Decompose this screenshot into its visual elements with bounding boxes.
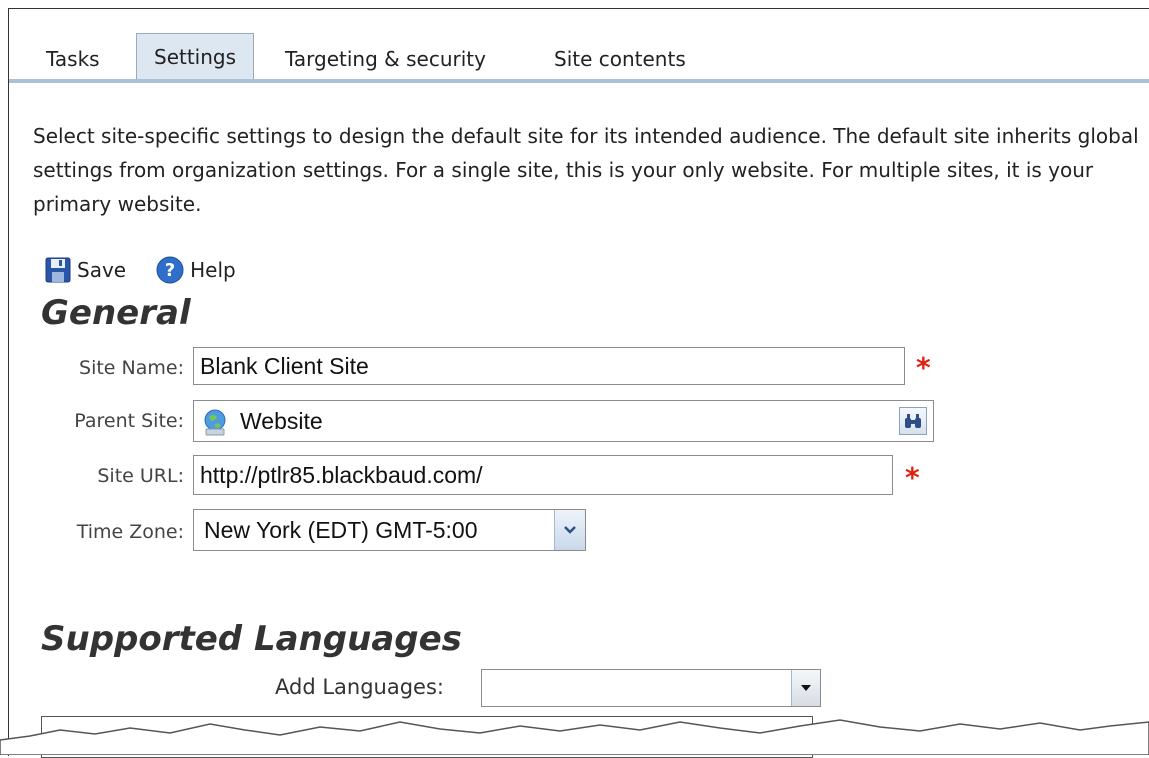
time-zone-value: New York (EDT) GMT-5:00 <box>204 517 478 543</box>
page-description: Select site-specific settings to design … <box>33 124 1139 216</box>
save-button[interactable]: Save <box>45 257 126 283</box>
site-name-label: Site Name: <box>79 357 184 379</box>
save-label: Save <box>77 258 127 282</box>
site-url-label: Site URL: <box>97 465 184 487</box>
tab-divider <box>9 79 1149 83</box>
tab-settings[interactable]: Settings <box>136 33 255 80</box>
caret-down-icon <box>801 685 811 691</box>
toolbar: Save ? Help <box>45 254 266 286</box>
time-zone-select[interactable]: New York (EDT) GMT-5:00 <box>193 509 586 551</box>
tab-tasks[interactable]: Tasks <box>29 39 117 79</box>
save-icon <box>45 257 71 283</box>
site-url-row: Site URL: <box>9 455 184 495</box>
tab-bar: Tasks Settings Targeting & security Site… <box>9 31 1149 81</box>
time-zone-dropdown-button[interactable] <box>554 510 585 550</box>
site-url-required-marker: * <box>905 461 920 494</box>
site-url-input[interactable]: http://ptlr85.blackbaud.com/ <box>193 455 893 495</box>
tab-site-contents[interactable]: Site contents <box>537 39 703 79</box>
site-name-input[interactable]: Blank Client Site <box>193 347 905 385</box>
parent-site-label: Parent Site: <box>74 410 184 432</box>
parent-site-value: Website <box>240 408 323 434</box>
torn-edge <box>0 719 1149 755</box>
chevron-down-icon <box>564 526 576 534</box>
time-zone-label: Time Zone: <box>76 521 184 543</box>
website-globe-icon <box>204 409 226 436</box>
binoculars-icon <box>905 414 921 428</box>
help-icon: ? <box>156 256 184 284</box>
time-zone-row: Time Zone: <box>9 511 184 551</box>
supported-languages-heading: Supported Languages <box>41 619 462 659</box>
settings-panel: Tasks Settings Targeting & security Site… <box>8 8 1149 758</box>
help-button[interactable]: ? Help <box>156 256 236 284</box>
site-name-row: Site Name: <box>9 347 184 387</box>
help-label: Help <box>190 258 236 282</box>
site-name-required-marker: * <box>916 351 931 384</box>
add-languages-label: Add Languages: <box>275 675 444 699</box>
general-heading: General <box>41 293 191 333</box>
parent-site-picker[interactable]: Website <box>193 400 934 442</box>
browse-button[interactable] <box>899 407 927 435</box>
svg-text:?: ? <box>165 260 175 281</box>
parent-site-row: Parent Site: <box>9 400 184 440</box>
tab-targeting-security[interactable]: Targeting & security <box>268 39 503 79</box>
